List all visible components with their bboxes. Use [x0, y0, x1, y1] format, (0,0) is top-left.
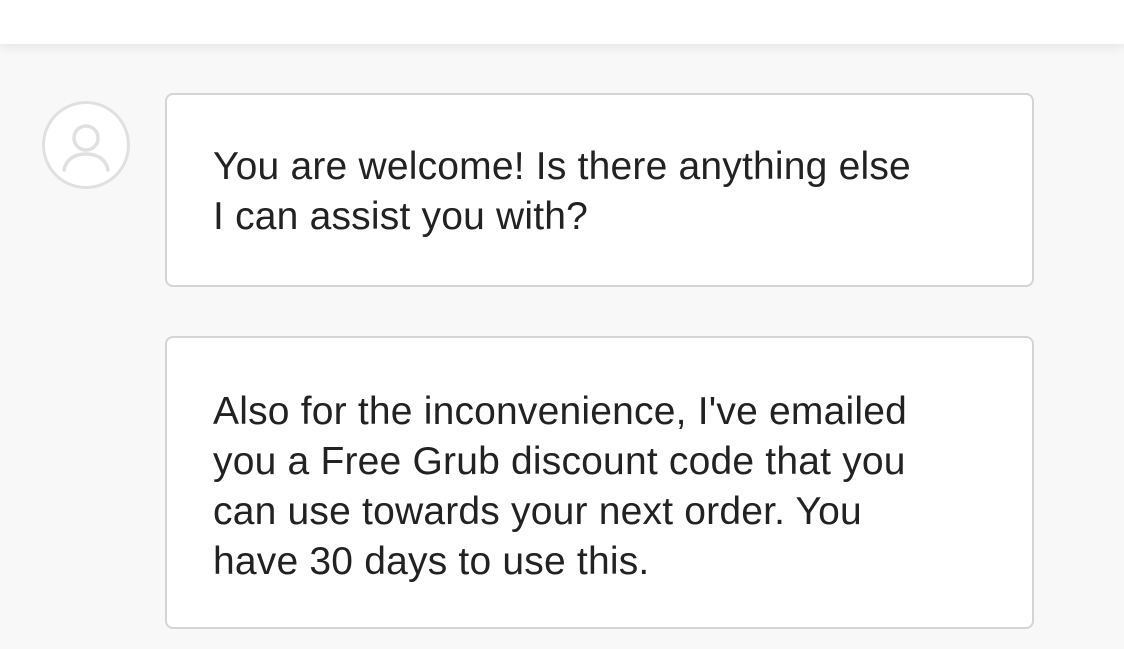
chat-message-text: You are welcome! Is there anything else … [213, 142, 986, 242]
chat-message-bubble: Also for the inconvenience, I've emailed… [165, 336, 1034, 629]
message-line: you a Free Grub discount code that you [213, 440, 906, 483]
message-line: You are welcome! Is there anything else [213, 145, 911, 188]
message-line: I can assist you with? [213, 195, 589, 238]
message-line: can use towards your next order. You [213, 490, 862, 533]
top-bar [0, 0, 1124, 44]
chat-message-text: Also for the inconvenience, I've emailed… [213, 387, 986, 587]
message-line: have 30 days to use this. [213, 540, 650, 583]
chat-message-bubble: You are welcome! Is there anything else … [165, 93, 1034, 287]
user-icon [62, 124, 110, 172]
agent-avatar [42, 101, 130, 189]
message-line: Also for the inconvenience, I've emailed [213, 390, 908, 433]
